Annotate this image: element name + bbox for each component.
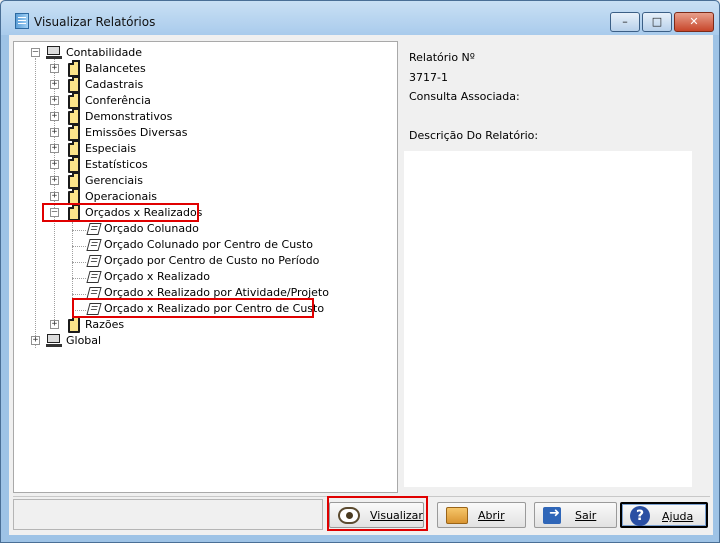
tree-node-label: Balancetes xyxy=(85,62,146,75)
folder-icon xyxy=(68,60,80,77)
associated-query-label: Consulta Associada: xyxy=(409,90,520,103)
dialog-client-area: – Contabilidade + Balancetes + Cadastrai… xyxy=(9,35,713,535)
highlight-orcado-x-realizado-cc xyxy=(72,298,314,318)
expand-toggle-icon[interactable]: + xyxy=(50,80,59,89)
title-bar[interactable]: Visualizar Relatórios – □ ✕ xyxy=(1,1,719,35)
help-icon: ? xyxy=(630,506,650,526)
tree-node-balancetes[interactable]: + Balancetes xyxy=(14,60,394,77)
maximize-button[interactable]: □ xyxy=(642,12,672,32)
description-scrollbar[interactable] xyxy=(692,151,708,487)
exit-icon xyxy=(543,506,561,524)
tree-node-label: Operacionais xyxy=(85,190,158,203)
computer-icon xyxy=(46,334,62,347)
description-textarea[interactable] xyxy=(404,151,692,487)
tree-node-label: Orçado Colunado xyxy=(104,222,199,235)
tree-node-emissoes-diversas[interactable]: + Emissões Diversas xyxy=(14,124,394,141)
tree-node-label: Contabilidade xyxy=(66,46,143,59)
folder-icon xyxy=(68,92,80,109)
tree-node-contabilidade[interactable]: – Contabilidade xyxy=(14,45,394,61)
sair-button[interactable]: Sair xyxy=(534,502,617,528)
tree-node-report-orcado-cc-periodo[interactable]: Orçado por Centro de Custo no Período xyxy=(14,253,394,269)
open-folder-icon xyxy=(446,507,468,524)
highlight-orcados-x-realizados xyxy=(42,203,199,222)
sair-label: Sair xyxy=(575,509,597,522)
tree-node-label: Demonstrativos xyxy=(85,110,173,123)
folder-icon xyxy=(68,316,80,333)
folder-icon xyxy=(68,156,80,173)
tree-node-label: Orçado Colunado por Centro de Custo xyxy=(104,238,313,251)
folder-icon xyxy=(68,76,80,93)
collapse-toggle-icon[interactable]: – xyxy=(31,48,40,57)
report-app-icon xyxy=(15,13,29,29)
abrir-label: Abrir xyxy=(478,509,505,522)
tree-node-report-orcado-colunado-cc[interactable]: Orçado Colunado por Centro de Custo xyxy=(14,237,394,253)
report-icon xyxy=(86,239,102,251)
highlight-visualizar-button xyxy=(327,496,428,531)
expand-toggle-icon[interactable]: + xyxy=(50,192,59,201)
expand-toggle-icon[interactable]: + xyxy=(31,336,40,345)
expand-toggle-icon[interactable]: + xyxy=(50,144,59,153)
expand-toggle-icon[interactable]: + xyxy=(50,160,59,169)
expand-toggle-icon[interactable]: + xyxy=(50,112,59,121)
expand-toggle-icon[interactable]: + xyxy=(50,96,59,105)
tree-node-demonstrativos[interactable]: + Demonstrativos xyxy=(14,108,394,125)
window-title: Visualizar Relatórios xyxy=(34,15,156,29)
tree-node-especiais[interactable]: + Especiais xyxy=(14,140,394,157)
report-info-panel: Relatório Nº 3717-1 Consulta Associada: … xyxy=(402,41,710,493)
tree-node-label: Conferência xyxy=(85,94,151,107)
tree-node-global[interactable]: + Global xyxy=(14,333,394,349)
folder-icon xyxy=(68,172,80,189)
status-strip xyxy=(13,499,323,530)
tree-node-conferencia[interactable]: + Conferência xyxy=(14,92,394,109)
report-number-value: 3717-1 xyxy=(409,71,448,84)
report-number-label: Relatório Nº xyxy=(409,51,475,64)
ajuda-label: Ajuda xyxy=(662,510,694,523)
tree-node-label: Global xyxy=(66,334,102,347)
tree-node-label: Especiais xyxy=(85,142,137,155)
minimize-button[interactable]: – xyxy=(610,12,640,32)
computer-icon xyxy=(46,46,62,59)
tree-node-razoes[interactable]: + Razões xyxy=(14,316,394,333)
tree-node-report-orcado-colunado[interactable]: Orçado Colunado xyxy=(14,221,394,237)
report-icon xyxy=(86,271,102,283)
tree-node-label: Orçado por Centro de Custo no Período xyxy=(104,254,320,267)
expand-toggle-icon[interactable]: + xyxy=(50,128,59,137)
expand-toggle-icon[interactable]: + xyxy=(50,176,59,185)
tree-node-label: Cadastrais xyxy=(85,78,144,91)
expand-toggle-icon[interactable]: + xyxy=(50,64,59,73)
description-label: Descrição Do Relatório: xyxy=(409,129,539,142)
tree-node-gerenciais[interactable]: + Gerenciais xyxy=(14,172,394,189)
tree-node-label: Razões xyxy=(85,318,125,331)
close-button[interactable]: ✕ xyxy=(674,12,714,32)
folder-icon xyxy=(68,124,80,141)
abrir-button[interactable]: Abrir xyxy=(437,502,526,528)
report-tree[interactable]: – Contabilidade + Balancetes + Cadastrai… xyxy=(13,41,398,493)
ajuda-button[interactable]: ? Ajuda xyxy=(620,502,708,528)
tree-node-cadastrais[interactable]: + Cadastrais xyxy=(14,76,394,93)
tree-node-label: Orçado x Realizado xyxy=(104,270,210,283)
visualizar-relatorios-window: Visualizar Relatórios – □ ✕ – Contabilid… xyxy=(0,0,720,543)
tree-node-label: Gerenciais xyxy=(85,174,143,187)
tree-node-report-orcado-x-realizado[interactable]: Orçado x Realizado xyxy=(14,269,394,285)
report-icon xyxy=(86,223,102,235)
tree-node-estatisticos[interactable]: + Estatísticos xyxy=(14,156,394,173)
folder-icon xyxy=(68,108,80,125)
tree-node-label: Estatísticos xyxy=(85,158,148,171)
expand-toggle-icon[interactable]: + xyxy=(50,320,59,329)
report-icon xyxy=(86,255,102,267)
folder-icon xyxy=(68,140,80,157)
tree-node-label: Emissões Diversas xyxy=(85,126,188,139)
